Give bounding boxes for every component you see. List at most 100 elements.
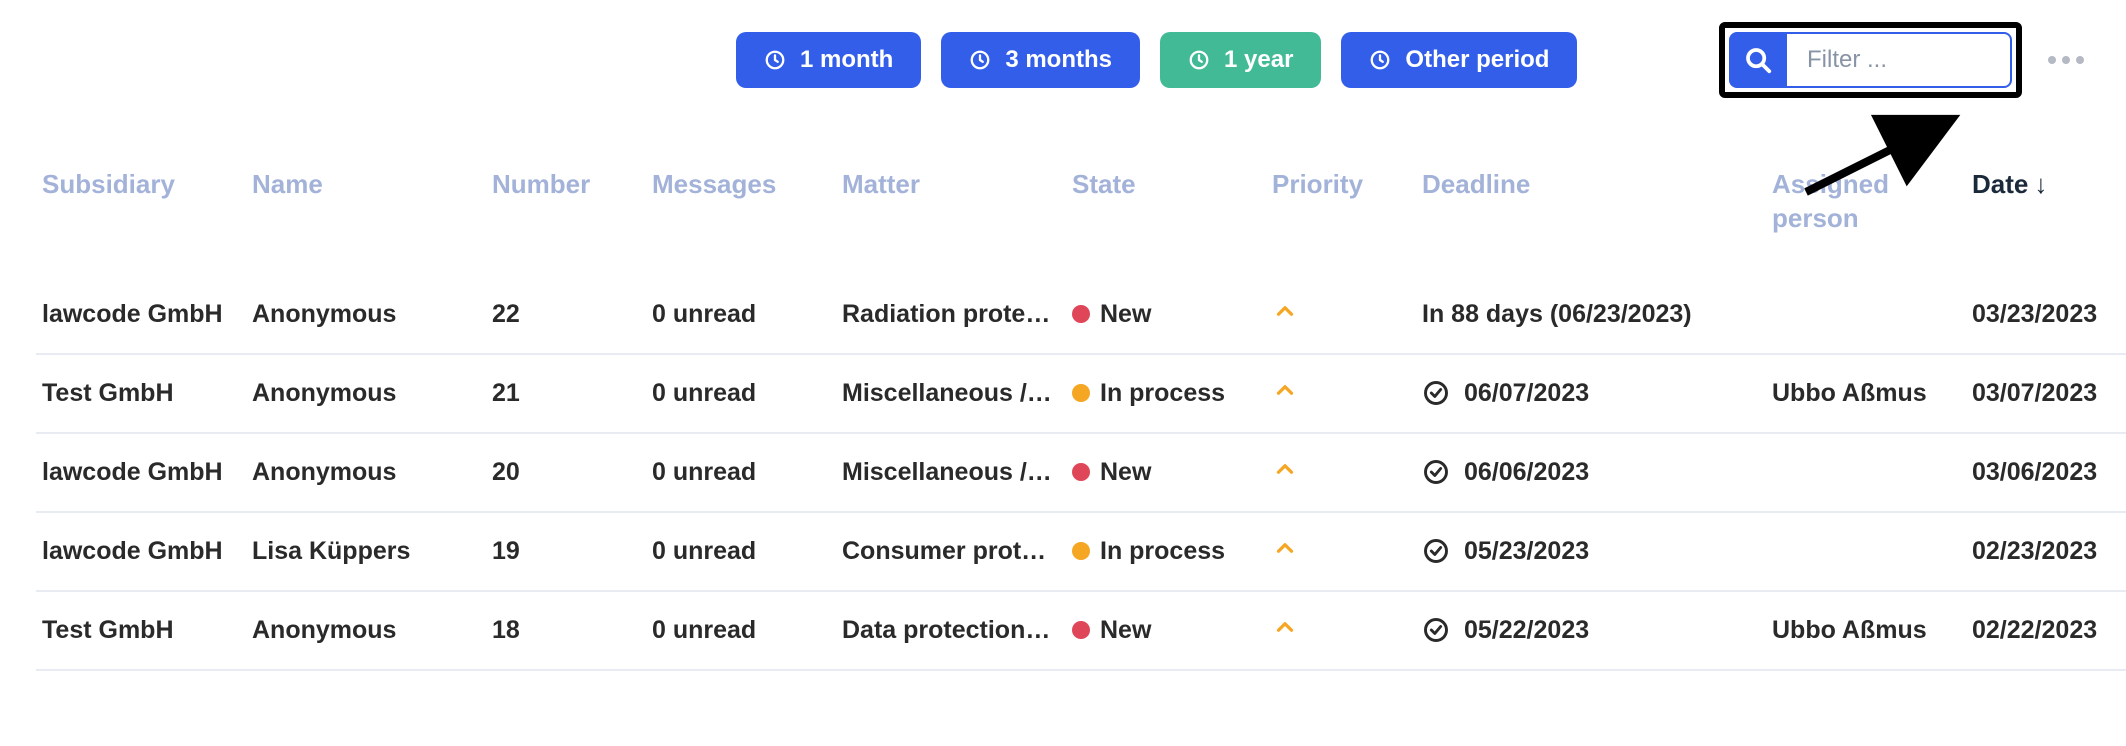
cell-subsidiary: lawcode GmbH bbox=[36, 276, 246, 354]
cell-subsidiary: Test GmbH bbox=[36, 354, 246, 433]
col-header-date-label: Date bbox=[1972, 169, 2028, 199]
cell-messages: 0 unread bbox=[646, 512, 836, 591]
col-header-state[interactable]: State bbox=[1066, 158, 1266, 276]
period-button-1-month[interactable]: 1 month bbox=[736, 32, 921, 88]
col-header-subsidiary[interactable]: Subsidiary bbox=[36, 158, 246, 276]
dot-icon bbox=[2076, 56, 2084, 64]
cell-name: Lisa Küppers bbox=[246, 512, 486, 591]
period-button-group: 1 month 3 months 1 year Other period bbox=[736, 32, 1577, 88]
cell-state: New bbox=[1066, 433, 1266, 512]
col-header-matter[interactable]: Matter bbox=[836, 158, 1066, 276]
clock-icon bbox=[1369, 49, 1391, 71]
period-label: 3 months bbox=[1005, 48, 1112, 72]
cell-date: 03/23/2023 bbox=[1966, 276, 2126, 354]
table-row[interactable]: lawcode GmbHAnonymous220 unreadRadiation… bbox=[36, 276, 2126, 354]
clock-icon bbox=[1188, 49, 1210, 71]
state-dot-icon bbox=[1072, 305, 1090, 323]
cell-assigned bbox=[1766, 276, 1966, 354]
more-options-button[interactable] bbox=[2042, 55, 2090, 65]
state-dot-icon bbox=[1072, 542, 1090, 560]
table-row[interactable]: lawcode GmbHAnonymous200 unreadMiscellan… bbox=[36, 433, 2126, 512]
period-button-other[interactable]: Other period bbox=[1341, 32, 1577, 88]
deadline-label: 05/22/2023 bbox=[1464, 616, 1589, 645]
cell-messages: 0 unread bbox=[646, 354, 836, 433]
check-circle-icon bbox=[1422, 458, 1450, 486]
filter-input[interactable] bbox=[1787, 32, 2012, 88]
cell-matter: Consumer prot… bbox=[836, 512, 1066, 591]
table-row[interactable]: lawcode GmbHLisa Küppers190 unreadConsum… bbox=[36, 512, 2126, 591]
cell-deadline: 05/23/2023 bbox=[1416, 512, 1766, 591]
period-button-3-months[interactable]: 3 months bbox=[941, 32, 1140, 88]
cell-number: 21 bbox=[486, 354, 646, 433]
cell-messages: 0 unread bbox=[646, 433, 836, 512]
cell-priority bbox=[1266, 276, 1416, 354]
deadline-label: 05/23/2023 bbox=[1464, 537, 1589, 566]
cell-date: 02/23/2023 bbox=[1966, 512, 2126, 591]
period-label: 1 year bbox=[1224, 48, 1293, 72]
search-button[interactable] bbox=[1729, 32, 1787, 88]
state-dot-icon bbox=[1072, 463, 1090, 481]
cell-matter: Radiation prote… bbox=[836, 276, 1066, 354]
dot-icon bbox=[2048, 56, 2056, 64]
cell-matter: Data protection… bbox=[836, 591, 1066, 670]
col-header-deadline[interactable]: Deadline bbox=[1416, 158, 1766, 276]
sort-desc-icon: ↓ bbox=[2034, 168, 2047, 202]
cell-number: 19 bbox=[486, 512, 646, 591]
state-dot-icon bbox=[1072, 384, 1090, 402]
cell-assigned: Ubbo Aßmus bbox=[1766, 354, 1966, 433]
check-circle-icon bbox=[1422, 379, 1450, 407]
cell-priority bbox=[1266, 354, 1416, 433]
deadline-label: 06/07/2023 bbox=[1464, 379, 1589, 408]
cell-deadline: In 88 days (06/23/2023) bbox=[1416, 276, 1766, 354]
chevron-up-icon bbox=[1272, 377, 1298, 403]
deadline-label: 06/06/2023 bbox=[1464, 458, 1589, 487]
cell-subsidiary: Test GmbH bbox=[36, 591, 246, 670]
check-circle-icon bbox=[1422, 537, 1450, 565]
cell-state: New bbox=[1066, 591, 1266, 670]
table-row[interactable]: Test GmbHAnonymous210 unreadMiscellaneou… bbox=[36, 354, 2126, 433]
cell-assigned bbox=[1766, 512, 1966, 591]
chevron-up-icon bbox=[1272, 456, 1298, 482]
state-label: In process bbox=[1100, 379, 1225, 408]
period-label: 1 month bbox=[800, 48, 893, 72]
state-label: New bbox=[1100, 616, 1151, 645]
table-row[interactable]: Test GmbHAnonymous180 unreadData protect… bbox=[36, 591, 2126, 670]
col-header-priority[interactable]: Priority bbox=[1266, 158, 1416, 276]
cell-subsidiary: lawcode GmbH bbox=[36, 512, 246, 591]
period-button-1-year[interactable]: 1 year bbox=[1160, 32, 1321, 88]
cell-state: In process bbox=[1066, 354, 1266, 433]
chevron-up-icon bbox=[1272, 614, 1298, 640]
toolbar: 1 month 3 months 1 year Other period bbox=[36, 22, 2090, 98]
cell-messages: 0 unread bbox=[646, 591, 836, 670]
cell-number: 20 bbox=[486, 433, 646, 512]
state-label: New bbox=[1100, 458, 1151, 487]
dot-icon bbox=[2062, 56, 2070, 64]
cell-matter: Miscellaneous /… bbox=[836, 354, 1066, 433]
state-label: New bbox=[1100, 300, 1151, 329]
cases-table: Subsidiary Name Number Messages Matter S… bbox=[36, 158, 2126, 671]
cell-name: Anonymous bbox=[246, 433, 486, 512]
table-header-row: Subsidiary Name Number Messages Matter S… bbox=[36, 158, 2126, 276]
cell-name: Anonymous bbox=[246, 591, 486, 670]
cell-state: In process bbox=[1066, 512, 1266, 591]
col-header-date[interactable]: Date↓ bbox=[1966, 158, 2126, 276]
cell-priority bbox=[1266, 591, 1416, 670]
cell-deadline: 06/07/2023 bbox=[1416, 354, 1766, 433]
check-circle-icon bbox=[1422, 616, 1450, 644]
cell-state: New bbox=[1066, 276, 1266, 354]
cell-number: 22 bbox=[486, 276, 646, 354]
state-dot-icon bbox=[1072, 621, 1090, 639]
chevron-up-icon bbox=[1272, 535, 1298, 561]
clock-icon bbox=[764, 49, 786, 71]
cell-number: 18 bbox=[486, 591, 646, 670]
col-header-assigned[interactable]: Assigned person bbox=[1766, 158, 1966, 276]
cell-subsidiary: lawcode GmbH bbox=[36, 433, 246, 512]
cell-priority bbox=[1266, 433, 1416, 512]
cell-deadline: 06/06/2023 bbox=[1416, 433, 1766, 512]
filter-search-group bbox=[1719, 22, 2022, 98]
col-header-messages[interactable]: Messages bbox=[646, 158, 836, 276]
cell-priority bbox=[1266, 512, 1416, 591]
col-header-number[interactable]: Number bbox=[486, 158, 646, 276]
col-header-name[interactable]: Name bbox=[246, 158, 486, 276]
search-icon bbox=[1743, 45, 1773, 75]
